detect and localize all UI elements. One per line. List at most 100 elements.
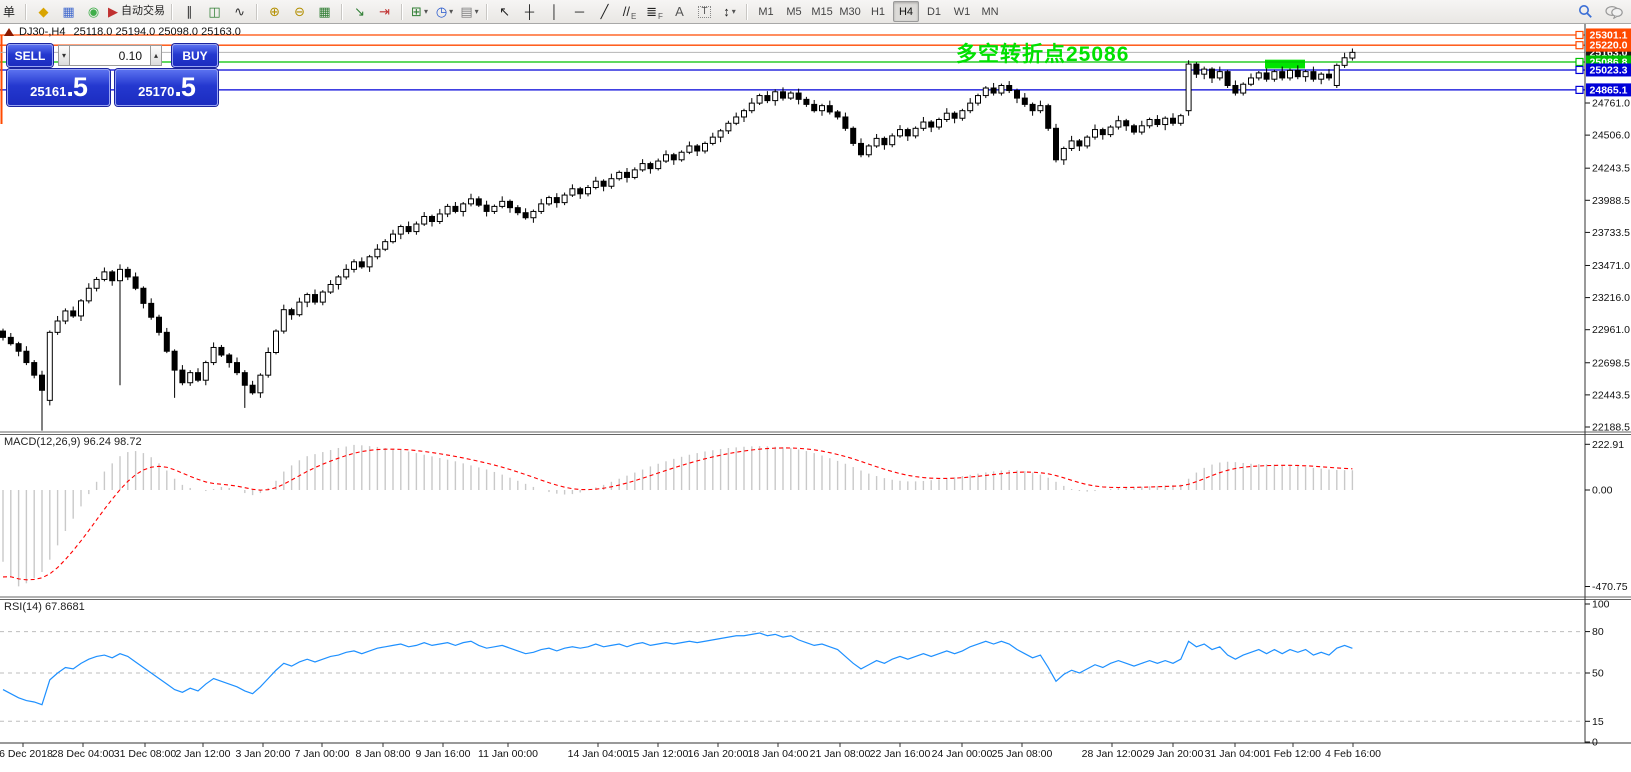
mt4-window: 单 ◆▦◉▶自动交易∥◫∿⊕⊖▦↘⇥⊞▾◷▾▤▾↖┼│─╱//E≣FAT↕▾ M… [0,0,1631,772]
svg-text:16 Jan 20:00: 16 Jan 20:00 [688,748,749,760]
timeframe-m15[interactable]: M15 [809,1,835,22]
crosshair-icon[interactable]: ┼ [518,1,541,22]
svg-text:26 Dec 2018: 26 Dec 2018 [0,748,53,760]
search-icon[interactable] [1578,4,1593,19]
timeframe-m1[interactable]: M1 [753,1,779,22]
svg-text:8 Jan 08:00: 8 Jan 08:00 [356,748,411,760]
sell-price-main: 25161 [30,84,66,99]
svg-text:1 Feb 12:00: 1 Feb 12:00 [1265,748,1321,760]
buy-button[interactable]: BUY [172,44,218,67]
svg-text:25023.3: 25023.3 [1590,64,1628,76]
svg-text:24 Jan 00:00: 24 Jan 00:00 [932,748,993,760]
trendline-icon[interactable]: ╱ [593,1,616,22]
svg-text:100: 100 [1592,599,1610,611]
svg-text:23733.5: 23733.5 [1592,227,1630,239]
svg-text:222.91: 222.91 [1592,439,1624,451]
pivot-annotation-text[interactable]: 多空转折点25086 [956,38,1129,68]
toolbar-separator [401,4,403,20]
candlestick-chart-icon[interactable]: ◫ [203,1,226,22]
toolbar-separator [746,4,748,20]
channel-icon[interactable]: //E [618,1,641,22]
vertical-line-icon[interactable]: │ [543,1,566,22]
horizontal-line-icon[interactable]: ─ [568,1,591,22]
toolbar-separator [486,4,488,20]
buy-price-display[interactable]: 25170 .5 [115,69,218,106]
chart-ohlc-values: 25118.0 25194.0 25098.0 25163.0 [73,26,240,38]
volume-decrease-button[interactable]: ▾ [58,45,70,66]
arrows-icon[interactable]: ↕▾ [718,1,741,22]
chart-shift-icon[interactable]: ⇥ [373,1,396,22]
macd-indicator-label: MACD(12,26,9) 96.24 98.72 [4,436,142,448]
highlight-zone-rect[interactable] [1265,60,1305,69]
timeframe-h1[interactable]: H1 [865,1,891,22]
toolbar-separator [341,4,343,20]
indicators-icon[interactable]: ⊞▾ [408,1,431,22]
svg-text:24243.5: 24243.5 [1592,163,1630,175]
timeframe-w1[interactable]: W1 [949,1,975,22]
buy-price-frac: .5 [174,72,195,103]
svg-text:9 Jan 16:00: 9 Jan 16:00 [416,748,471,760]
timeframe-m5[interactable]: M5 [781,1,807,22]
toolbar-separator [256,4,258,20]
svg-text:28 Dec 04:00: 28 Dec 04:00 [52,748,115,760]
auto-scroll-icon[interactable]: ↘ [348,1,371,22]
volume-input[interactable] [70,45,150,66]
bar-chart-icon[interactable]: ∥ [178,1,201,22]
chart-canvas[interactable]: 25163.025301.125220.025086.825023.324865… [0,0,1631,772]
svg-text:25 Jan 08:00: 25 Jan 08:00 [992,748,1053,760]
svg-text:18 Jan 04:00: 18 Jan 04:00 [748,748,809,760]
toolbar-separator [25,4,27,20]
autotrading-icon[interactable]: ▶自动交易 [107,1,166,22]
chart-header: DJ30-,H4 25118.0 25194.0 25098.0 25163.0 [4,26,241,38]
timeframe-d1[interactable]: D1 [921,1,947,22]
svg-text:31 Jan 04:00: 31 Jan 04:00 [1205,748,1266,760]
svg-text:23471.0: 23471.0 [1592,260,1630,272]
volume-increase-button[interactable]: ▴ [150,45,162,66]
line-chart-icon[interactable]: ∿ [228,1,251,22]
svg-text:24506.0: 24506.0 [1592,130,1630,142]
svg-text:15 Jan 12:00: 15 Jan 12:00 [628,748,689,760]
svg-text:4 Feb 16:00: 4 Feb 16:00 [1325,748,1381,760]
svg-text:22698.5: 22698.5 [1592,357,1630,369]
new-order-icon[interactable]: ◆ [32,1,55,22]
zoom-in-icon[interactable]: ⊕ [263,1,286,22]
timeframe-mn[interactable]: MN [977,1,1003,22]
svg-text:24865.1: 24865.1 [1590,84,1628,96]
toolbar: 单 ◆▦◉▶自动交易∥◫∿⊕⊖▦↘⇥⊞▾◷▾▤▾↖┼│─╱//E≣FAT↕▾ M… [0,0,1631,24]
toolbar-separator [171,4,173,20]
toolbar-icons: ◆▦◉▶自动交易∥◫∿⊕⊖▦↘⇥⊞▾◷▾▤▾↖┼│─╱//E≣FAT↕▾ [31,1,742,22]
svg-text:0.00: 0.00 [1592,485,1613,497]
svg-text:14 Jan 04:00: 14 Jan 04:00 [568,748,629,760]
cursor-icon[interactable]: ↖ [493,1,516,22]
timeframe-buttons: M1M5M15M30H1H4D1W1MN [752,1,1004,22]
svg-text:23988.5: 23988.5 [1592,195,1630,207]
order-menu-label[interactable]: 单 [0,3,21,20]
sell-price-display[interactable]: 25161 .5 [7,69,110,106]
periods-icon[interactable]: ◷▾ [433,1,456,22]
zoom-out-icon[interactable]: ⊖ [288,1,311,22]
svg-text:22 Jan 16:00: 22 Jan 16:00 [870,748,931,760]
tile-windows-icon[interactable]: ▦ [313,1,336,22]
chart-symbol-period: DJ30-,H4 [19,26,65,38]
fibonacci-icon[interactable]: ≣F [643,1,666,22]
svg-text:3 Jan 20:00: 3 Jan 20:00 [236,748,291,760]
signals-icon[interactable]: ◉ [82,1,105,22]
buy-price-main: 25170 [138,84,174,99]
text-icon[interactable]: A [668,1,691,22]
svg-text:80: 80 [1592,626,1604,638]
toolbar-right [1578,0,1623,23]
sell-price-frac: .5 [66,72,87,103]
timeframe-h4[interactable]: H4 [893,1,919,22]
text-label-icon[interactable]: T [693,1,716,22]
svg-text:24761.0: 24761.0 [1592,98,1630,110]
svg-text:7 Jan 00:00: 7 Jan 00:00 [295,748,350,760]
svg-text:23216.0: 23216.0 [1592,292,1630,304]
chat-icon[interactable] [1605,5,1623,19]
timeframe-m30[interactable]: M30 [837,1,863,22]
market-watch-icon[interactable]: ▦ [57,1,80,22]
svg-text:25220.0: 25220.0 [1590,40,1628,52]
svg-text:31 Dec 08:00: 31 Dec 08:00 [114,748,177,760]
svg-text:28 Jan 12:00: 28 Jan 12:00 [1082,748,1143,760]
templates-icon[interactable]: ▤▾ [458,1,481,22]
sell-button[interactable]: SELL [7,44,53,67]
